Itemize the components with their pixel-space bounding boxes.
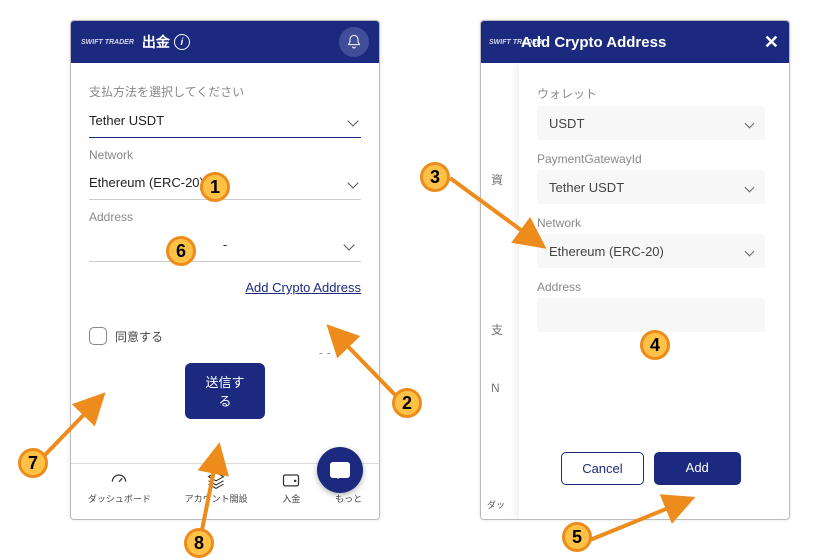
callout-4: 4 xyxy=(640,330,670,360)
logo: SWIFT TRADER xyxy=(81,39,134,46)
network-select-r[interactable]: Ethereum (ERC-20) xyxy=(537,234,765,268)
gateway-select[interactable]: Tether USDT xyxy=(537,170,765,204)
chevron-down-icon xyxy=(745,118,755,128)
cancel-button[interactable]: Cancel xyxy=(561,452,643,485)
gateway-label: PaymentGatewayId xyxy=(537,152,765,166)
agree-label: 同意する xyxy=(115,328,163,345)
button-row: Cancel Add xyxy=(537,452,765,485)
wallet-label: ウォレット xyxy=(537,85,765,102)
left-phone: SWIFT TRADER 出金 i 支払方法を選択してください Tether U… xyxy=(70,20,380,520)
bell-button[interactable] xyxy=(339,27,369,57)
submit-button[interactable]: 送信する xyxy=(185,363,265,419)
address-label: Address xyxy=(89,210,361,224)
callout-5: 5 xyxy=(562,522,592,552)
chevron-down-icon xyxy=(347,115,358,126)
right-header: SWIFT TRADER Add Crypto Address ✕ xyxy=(481,21,789,63)
bg-label: 支 xyxy=(491,321,503,338)
bg-label: 資 xyxy=(491,171,503,188)
address-label-r: Address xyxy=(537,280,765,294)
bell-icon xyxy=(346,34,362,50)
logo: SWIFT TRADER xyxy=(489,39,542,46)
chat-fab[interactable] xyxy=(317,447,363,493)
close-icon[interactable]: ✕ xyxy=(764,32,779,53)
modal-title: Add Crypto Address xyxy=(521,34,666,51)
wallet-icon xyxy=(281,470,301,490)
add-button[interactable]: Add xyxy=(654,452,741,485)
add-crypto-address-link[interactable]: Add Crypto Address xyxy=(89,280,361,295)
chevron-down-icon xyxy=(347,177,358,188)
nav-dashboard[interactable]: ダッシュボード xyxy=(88,470,151,519)
payment-label: 支払方法を選択してください xyxy=(89,83,361,100)
left-header: SWIFT TRADER 出金 i xyxy=(71,21,379,63)
chevron-down-icon xyxy=(745,246,755,256)
callout-8: 8 xyxy=(184,528,214,558)
chat-icon xyxy=(330,462,350,478)
bg-label: N xyxy=(491,381,500,395)
network-label-r: Network xyxy=(537,216,765,230)
wallet-select[interactable]: USDT xyxy=(537,106,765,140)
payment-select[interactable]: Tether USDT xyxy=(89,104,361,138)
bg-nav: ダッ xyxy=(487,498,505,511)
callout-6: 6 xyxy=(166,236,196,266)
nav-deposit[interactable]: 入金 xyxy=(281,470,301,519)
dash-text: - - xyxy=(319,345,331,360)
modal-sheet: ウォレット USDT PaymentGatewayId Tether USDT … xyxy=(519,63,783,519)
callout-2: 2 xyxy=(392,388,422,418)
agree-row: 同意する xyxy=(89,327,361,345)
chevron-down-icon xyxy=(343,239,354,250)
callout-3: 3 xyxy=(420,162,450,192)
chevron-down-icon xyxy=(745,182,755,192)
address-input[interactable] xyxy=(537,298,765,332)
address-select[interactable]: - xyxy=(89,228,361,262)
left-body: 支払方法を選択してください Tether USDT Network Ethere… xyxy=(71,63,379,419)
callout-1: 1 xyxy=(200,172,230,202)
nav-account[interactable]: アカウント開設 xyxy=(185,470,248,519)
gauge-icon xyxy=(109,470,129,490)
layers-icon xyxy=(206,470,226,490)
network-label: Network xyxy=(89,148,361,162)
callout-7: 7 xyxy=(18,448,48,478)
info-icon[interactable]: i xyxy=(174,34,190,50)
right-phone: SWIFT TRADER Add Crypto Address ✕ 資 支 N … xyxy=(480,20,790,520)
page-title: 出金 i xyxy=(142,32,190,52)
agree-checkbox[interactable] xyxy=(89,327,107,345)
